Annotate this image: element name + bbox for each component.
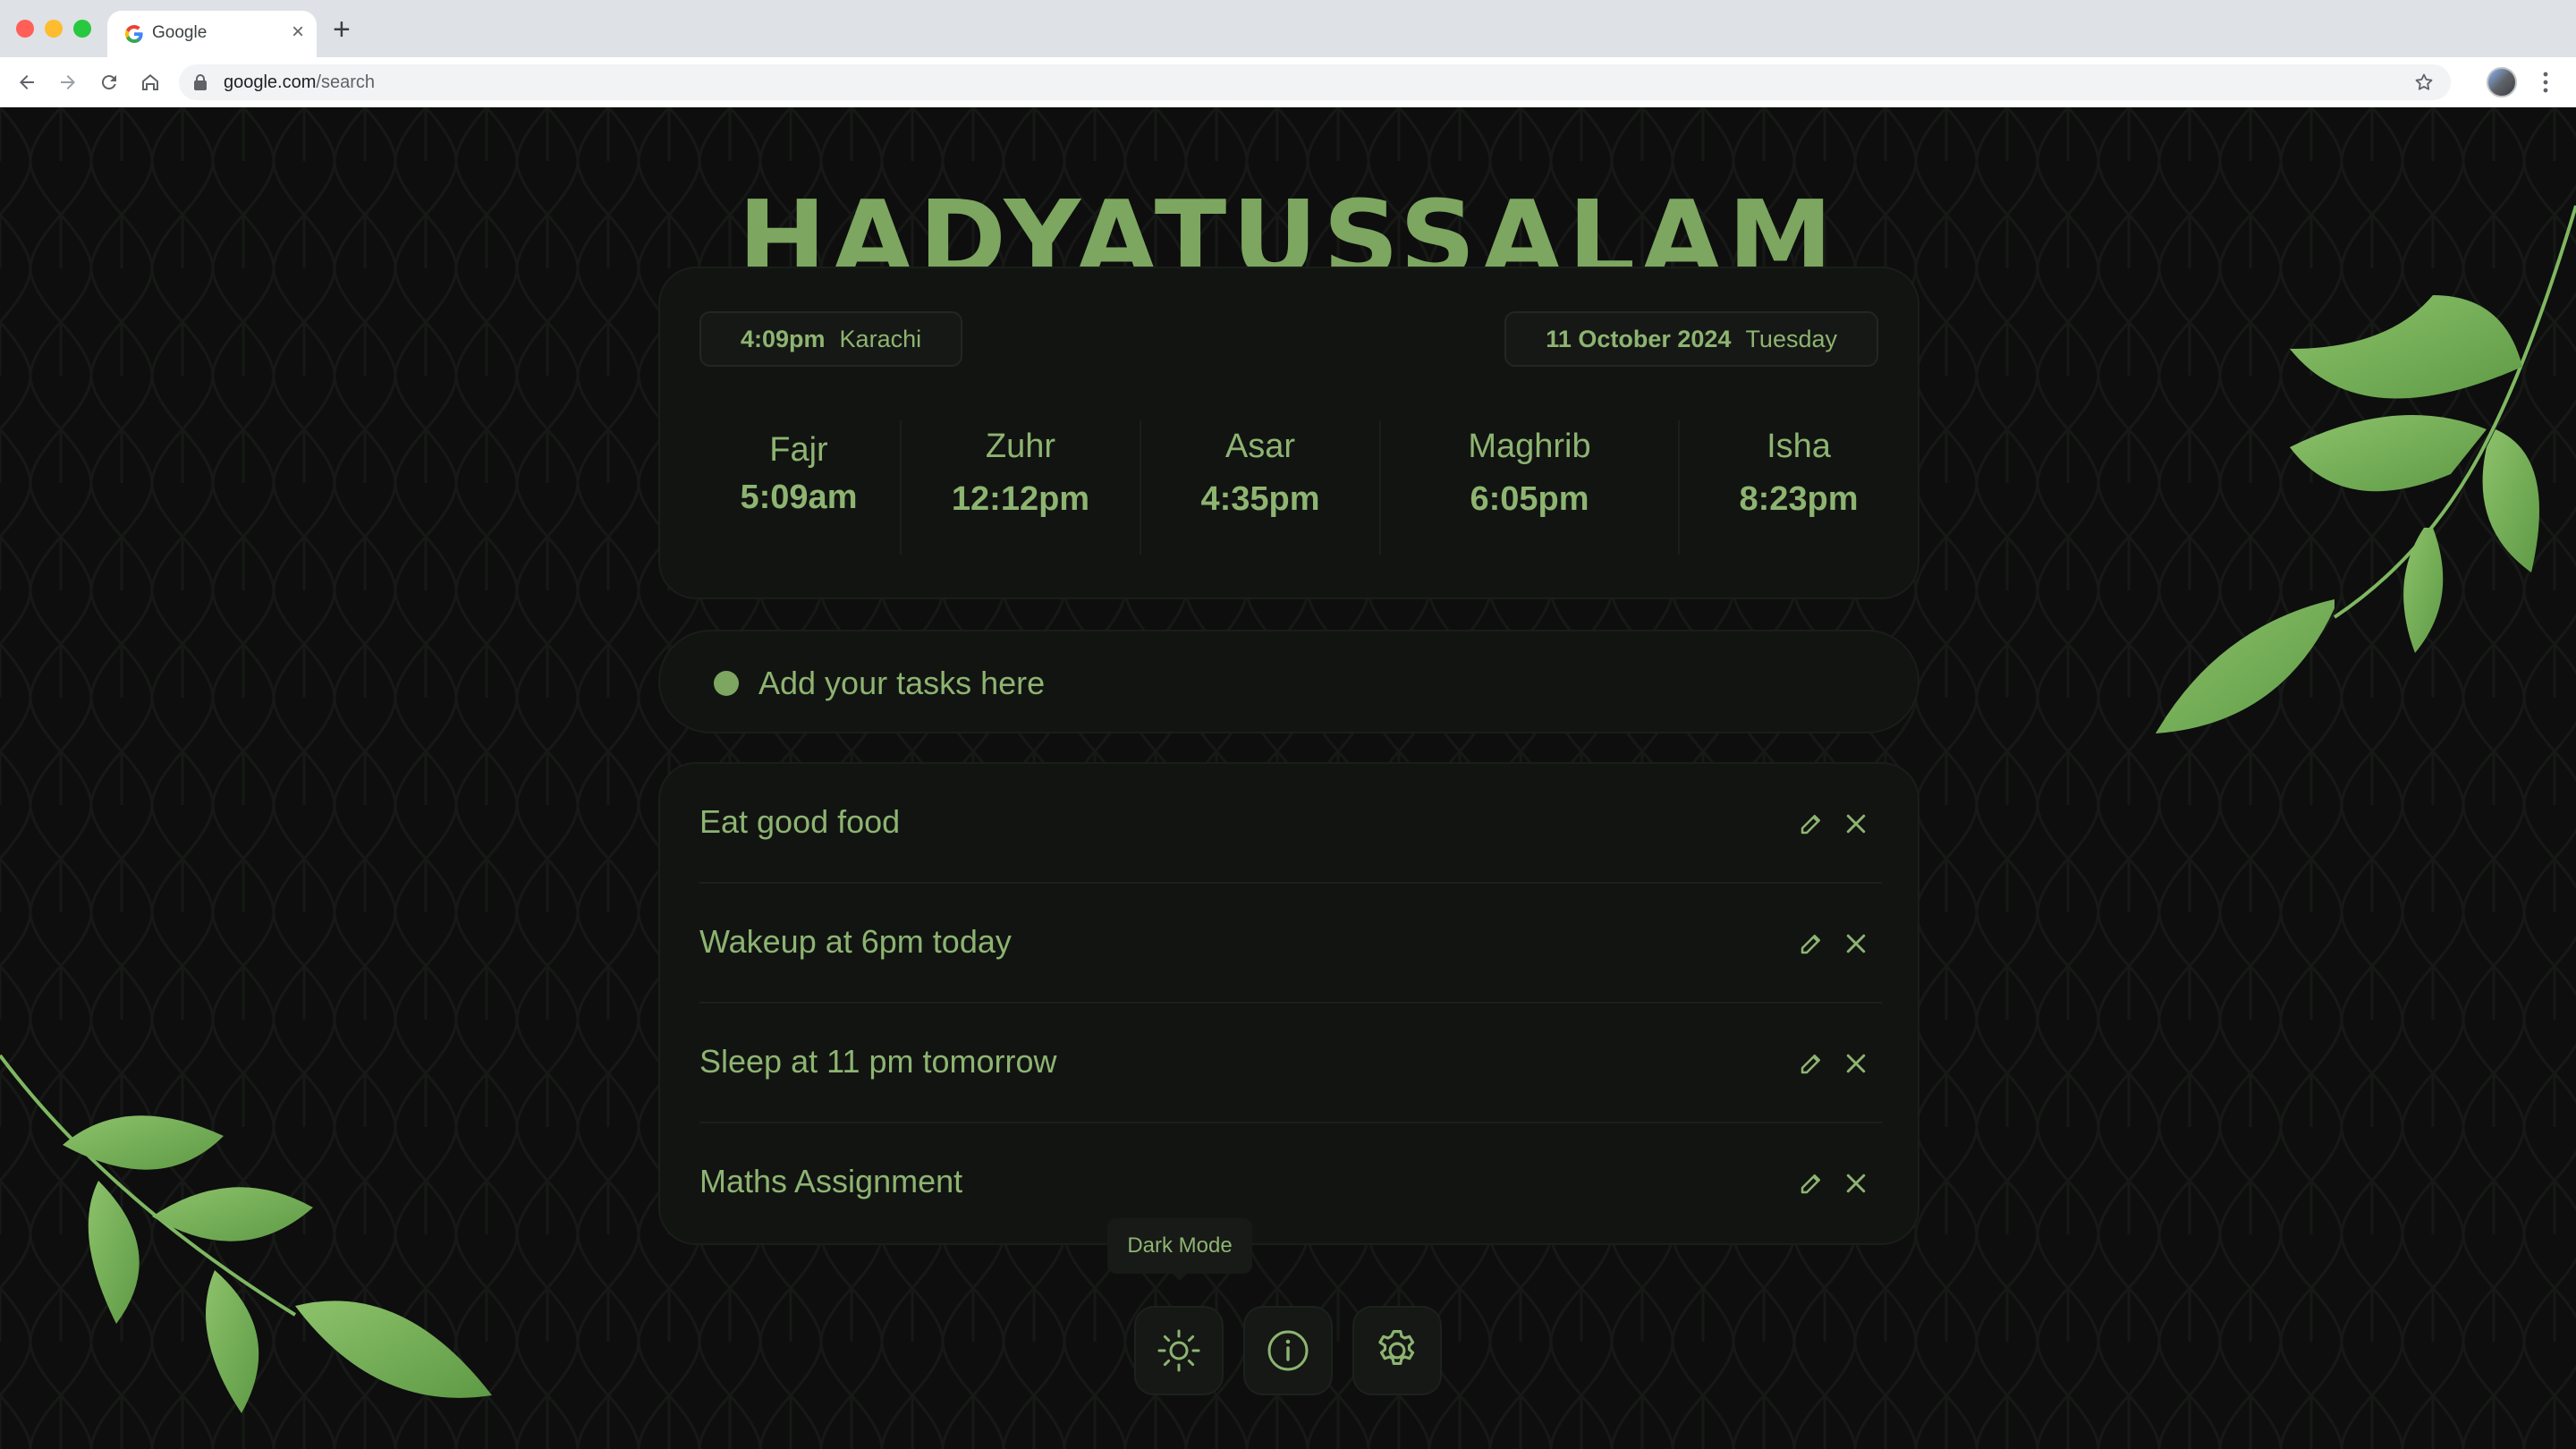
reload-icon (101, 75, 116, 90)
info-icon (1267, 1330, 1309, 1371)
task-input[interactable] (758, 657, 1832, 710)
more-vert-icon[interactable] (2537, 70, 2555, 95)
prayer-name: Asar (1224, 428, 1296, 465)
browser-toolbar: google.com/search (0, 57, 2576, 107)
task-item: Sleep at 11 pm tomorrow (699, 1004, 1882, 1123)
task-text: Eat good food (699, 803, 901, 840)
current-time: 4:09pm (741, 325, 826, 352)
app-page: HADYATUSSALAM 4:09pm Karachi 11 October … (0, 107, 2576, 1449)
date-pill: 11 October 2024 Tuesday (1504, 311, 1878, 367)
settings-icon (1378, 1330, 1415, 1365)
arrow-left-icon (20, 75, 34, 89)
prayer-time: 5:09am (740, 479, 858, 516)
delete-x-icon[interactable] (1843, 1050, 1869, 1077)
task-input-card (658, 630, 1919, 733)
task-bullet-icon (714, 671, 739, 696)
dark-mode-toggle-button[interactable] (1134, 1306, 1224, 1395)
bookmark-star-icon[interactable] (2413, 72, 2435, 93)
task-item: Wakeup at 6pm today (699, 884, 1882, 1004)
address-bar[interactable]: google.com/search (179, 64, 2451, 100)
lock-icon (194, 74, 207, 90)
tooltip-arrow (1171, 1272, 1189, 1281)
task-item: Maths Assignment (699, 1123, 1882, 1243)
arrow-right-icon (61, 75, 75, 89)
home-button[interactable] (134, 66, 166, 98)
window-zoom-button[interactable] (73, 20, 91, 38)
browser-tab-strip: Google × + (0, 0, 2576, 57)
city-name: Karachi (839, 325, 922, 352)
prayer-maghrib: Maghrib 6:05pm (1381, 402, 1678, 555)
prayer-time: 8:23pm (1739, 480, 1859, 518)
home-icon (142, 74, 158, 90)
url-text: google.com/search (224, 72, 375, 93)
delete-x-icon[interactable] (1843, 1170, 1869, 1197)
sun-icon (1157, 1329, 1200, 1372)
task-item: Eat good food (699, 764, 1882, 884)
prayer-time: 6:05pm (1470, 480, 1589, 518)
prayer-times-card: 4:09pm Karachi 11 October 2024 Tuesday F… (658, 267, 1919, 599)
task-list-card: Eat good food Wakeup at 6pm today Sleep … (658, 762, 1919, 1245)
reload-button[interactable] (93, 66, 125, 98)
url-path: /search (316, 72, 375, 92)
new-tab-button[interactable]: + (333, 14, 351, 45)
task-text: Wakeup at 6pm today (699, 923, 1012, 960)
prayer-time: 12:12pm (951, 480, 1090, 518)
prayer-asar: Asar 4:35pm (1141, 402, 1379, 555)
prayer-name: Maghrib (1468, 428, 1591, 465)
weekday: Tuesday (1745, 325, 1837, 352)
url-host: google.com (224, 72, 317, 92)
forward-button[interactable] (52, 66, 84, 98)
delete-x-icon[interactable] (1843, 930, 1869, 957)
prayer-list: Fajr 5:09am Zuhr 12:12pm Asar 4:35pm Mag… (660, 402, 1918, 555)
prayer-isha: Isha 8:23pm (1680, 402, 1918, 555)
dark-mode-tooltip: Dark Mode (1107, 1218, 1252, 1274)
edit-pencil-icon[interactable] (1798, 1050, 1825, 1077)
settings-button[interactable] (1352, 1306, 1442, 1395)
tab-title: Google (152, 23, 208, 42)
prayer-fajr: Fajr 5:09am (699, 402, 898, 555)
info-button[interactable] (1243, 1306, 1333, 1395)
edit-pencil-icon[interactable] (1798, 1170, 1825, 1197)
back-button[interactable] (11, 66, 43, 98)
delete-x-icon[interactable] (1843, 810, 1869, 837)
prayer-name: Fajr (769, 431, 828, 469)
tab-close-icon[interactable]: × (292, 21, 304, 43)
task-text: Maths Assignment (699, 1163, 963, 1199)
profile-avatar[interactable] (2487, 67, 2517, 97)
prayer-name: Isha (1767, 428, 1831, 465)
browser-tab[interactable]: Google × (107, 11, 317, 57)
prayer-time: 4:35pm (1200, 480, 1320, 518)
prayer-name: Zuhr (985, 428, 1056, 465)
current-time-pill: 4:09pm Karachi (699, 311, 963, 367)
leaf-branch-bottom-left (0, 1054, 492, 1413)
prayer-zuhr: Zuhr 12:12pm (902, 402, 1140, 555)
task-text: Sleep at 11 pm tomorrow (699, 1043, 1057, 1080)
edit-pencil-icon[interactable] (1798, 810, 1825, 837)
google-favicon-icon (125, 25, 143, 43)
edit-pencil-icon[interactable] (1798, 930, 1825, 957)
window-close-button[interactable] (16, 20, 34, 38)
window-minimize-button[interactable] (45, 20, 63, 38)
current-date: 11 October 2024 (1546, 325, 1732, 352)
